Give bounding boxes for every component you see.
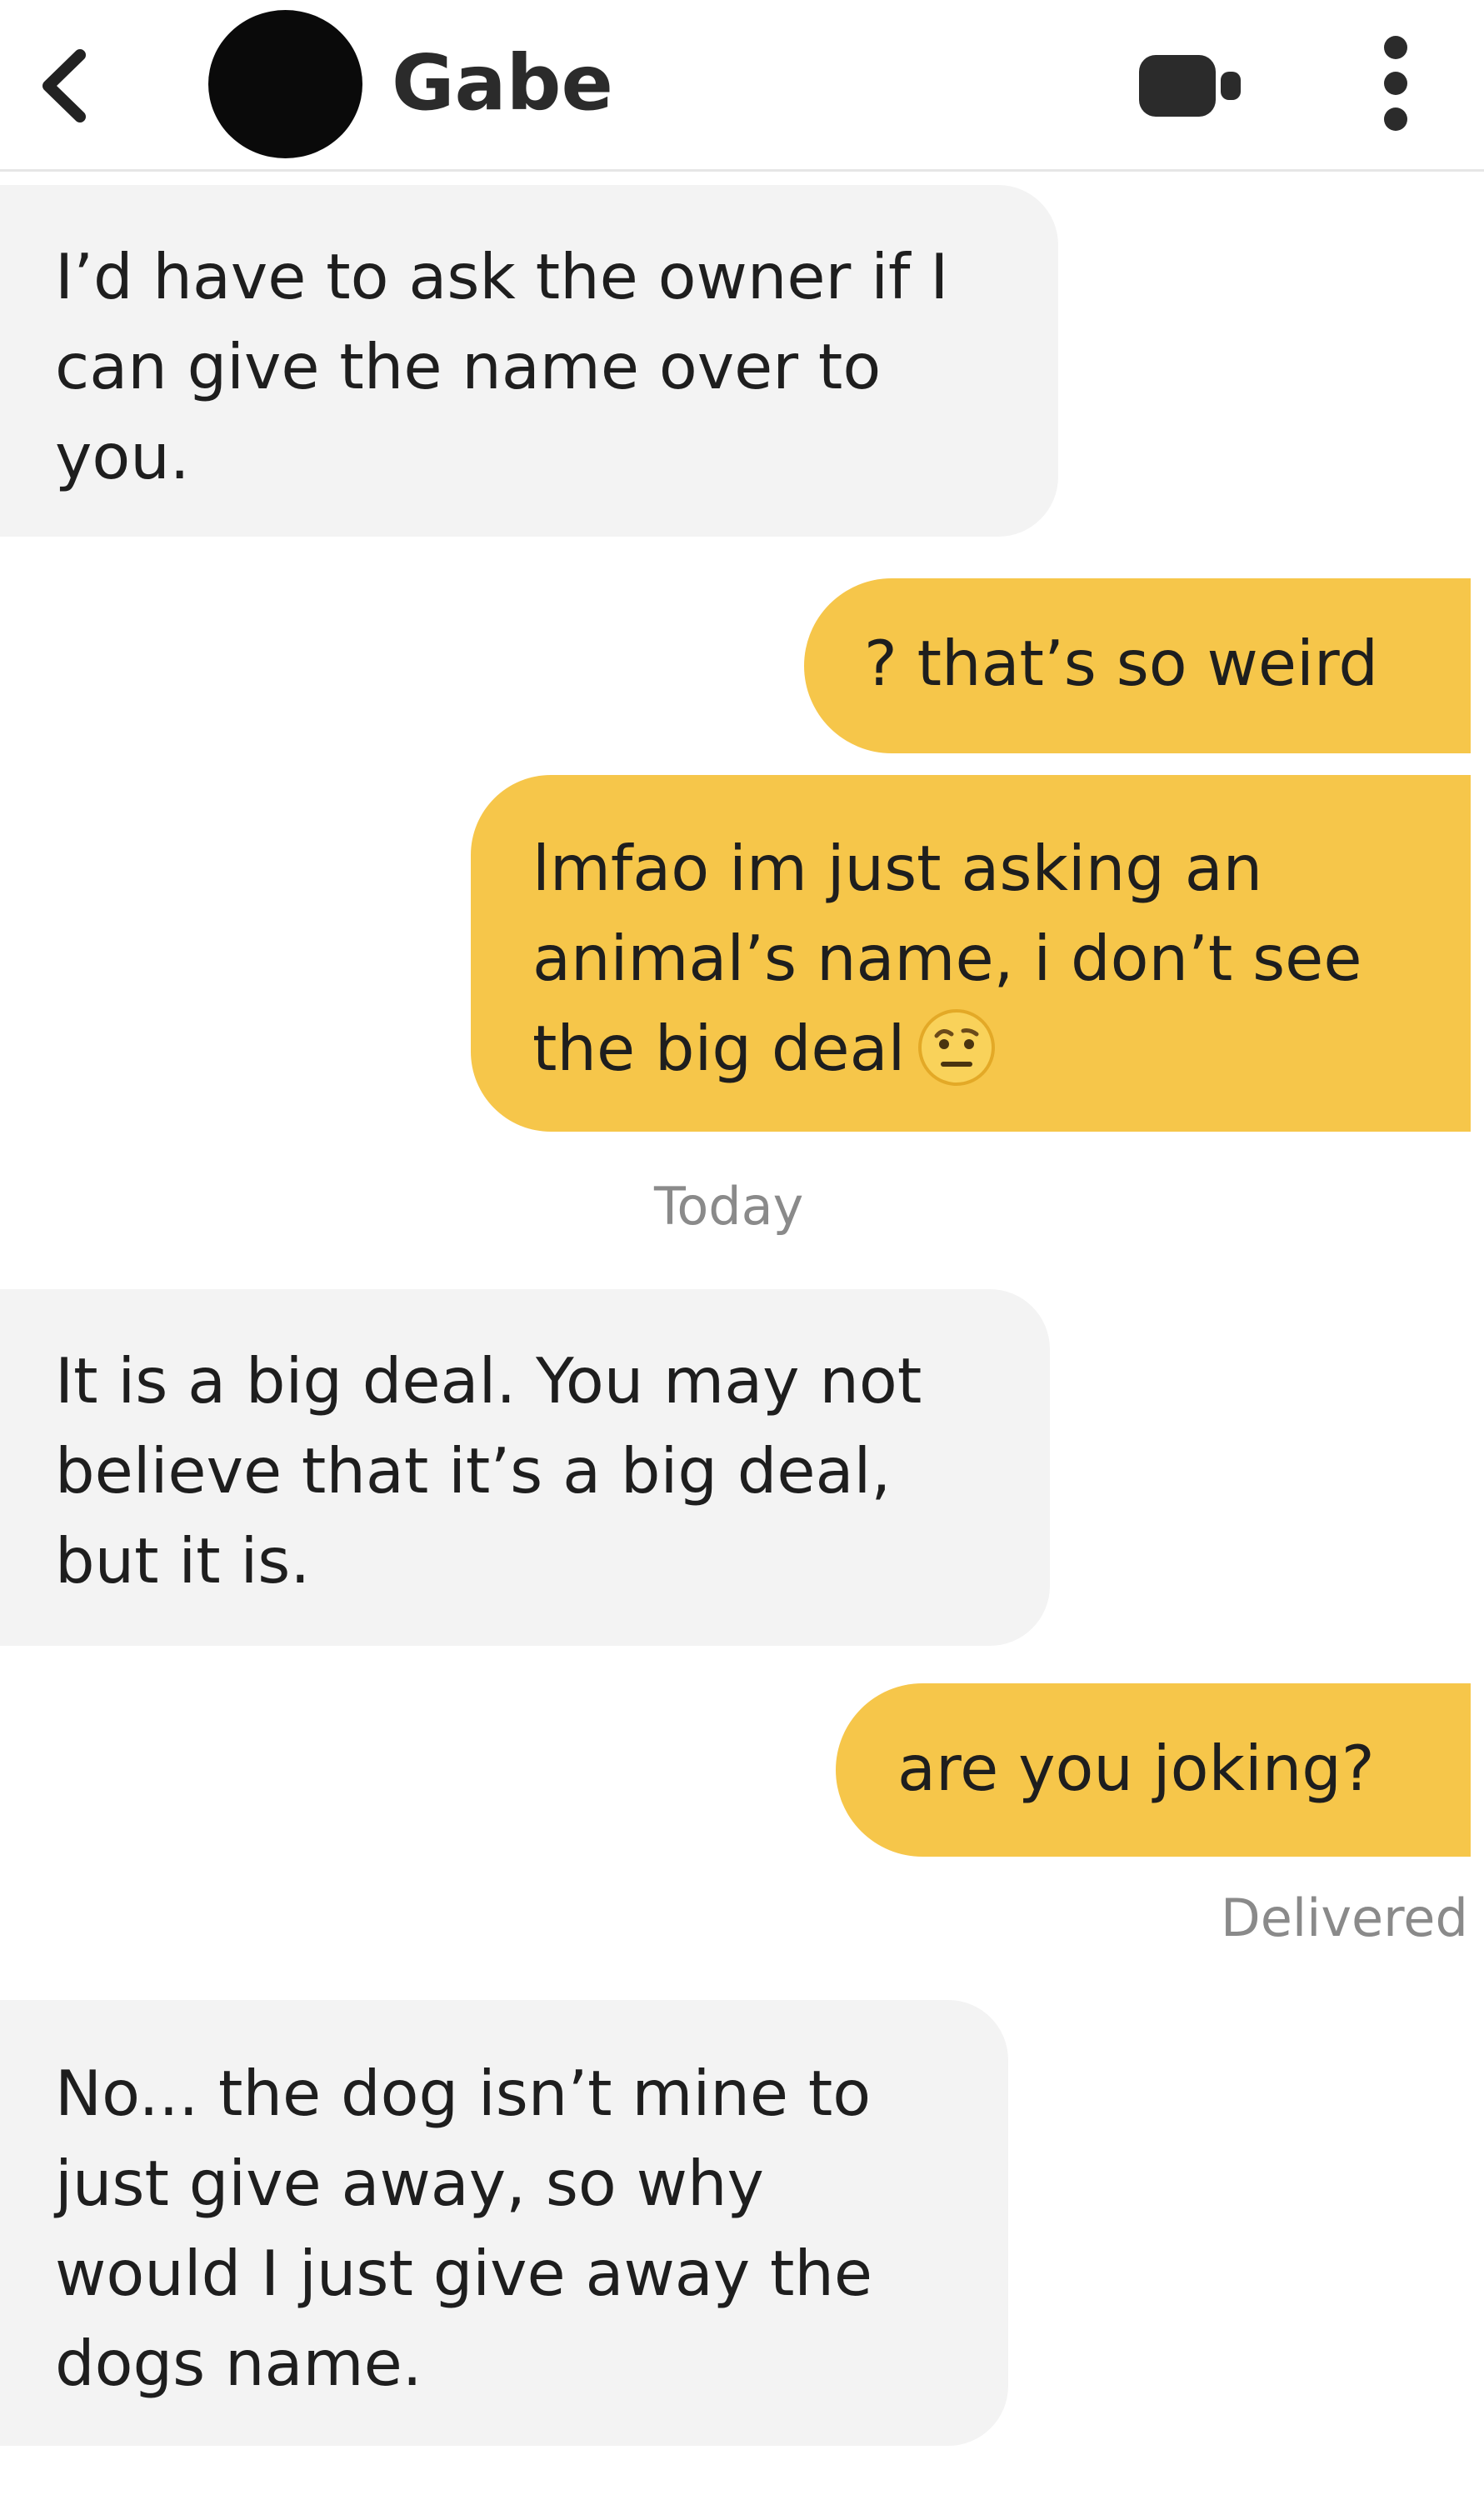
message-text: are you joking? bbox=[897, 1732, 1375, 1805]
more-vertical-icon bbox=[1384, 36, 1407, 131]
message-text: ? that’s so weird bbox=[864, 627, 1378, 700]
delivery-status: Delivered bbox=[1221, 1888, 1468, 1948]
message-bubble-outgoing[interactable]: lmfao im just asking an animal’s name, i… bbox=[471, 775, 1471, 1132]
message-bubble-outgoing[interactable]: are you joking? bbox=[836, 1683, 1471, 1857]
avatar[interactable] bbox=[208, 10, 362, 158]
message-bubble-outgoing[interactable]: ? that’s so weird bbox=[804, 578, 1471, 753]
date-separator: Today bbox=[654, 1176, 804, 1237]
header-divider bbox=[0, 169, 1484, 172]
message-bubble-incoming[interactable]: It is a big deal. You may not believe th… bbox=[0, 1289, 1050, 1646]
more-options-button[interactable] bbox=[1367, 29, 1425, 138]
message-text: It is a big deal. You may not believe th… bbox=[55, 1344, 922, 1598]
message-text: I’d have to ask the owner if I can give … bbox=[55, 240, 949, 493]
contact-name[interactable]: Gabe bbox=[392, 33, 613, 133]
message-bubble-incoming[interactable]: I’d have to ask the owner if I can give … bbox=[0, 185, 1058, 537]
chat-header: Gabe bbox=[0, 0, 1484, 172]
message-bubble-incoming[interactable]: No... the dog isn’t mine to just give aw… bbox=[0, 2000, 1008, 2446]
message-text: No... the dog isn’t mine to just give aw… bbox=[55, 2057, 873, 2400]
video-camera-icon bbox=[1139, 55, 1241, 117]
video-call-button[interactable] bbox=[1137, 48, 1246, 123]
chevron-left-icon bbox=[42, 49, 86, 122]
face-with-raised-eyebrow-emoji bbox=[918, 1009, 996, 1087]
back-button[interactable] bbox=[32, 40, 98, 132]
